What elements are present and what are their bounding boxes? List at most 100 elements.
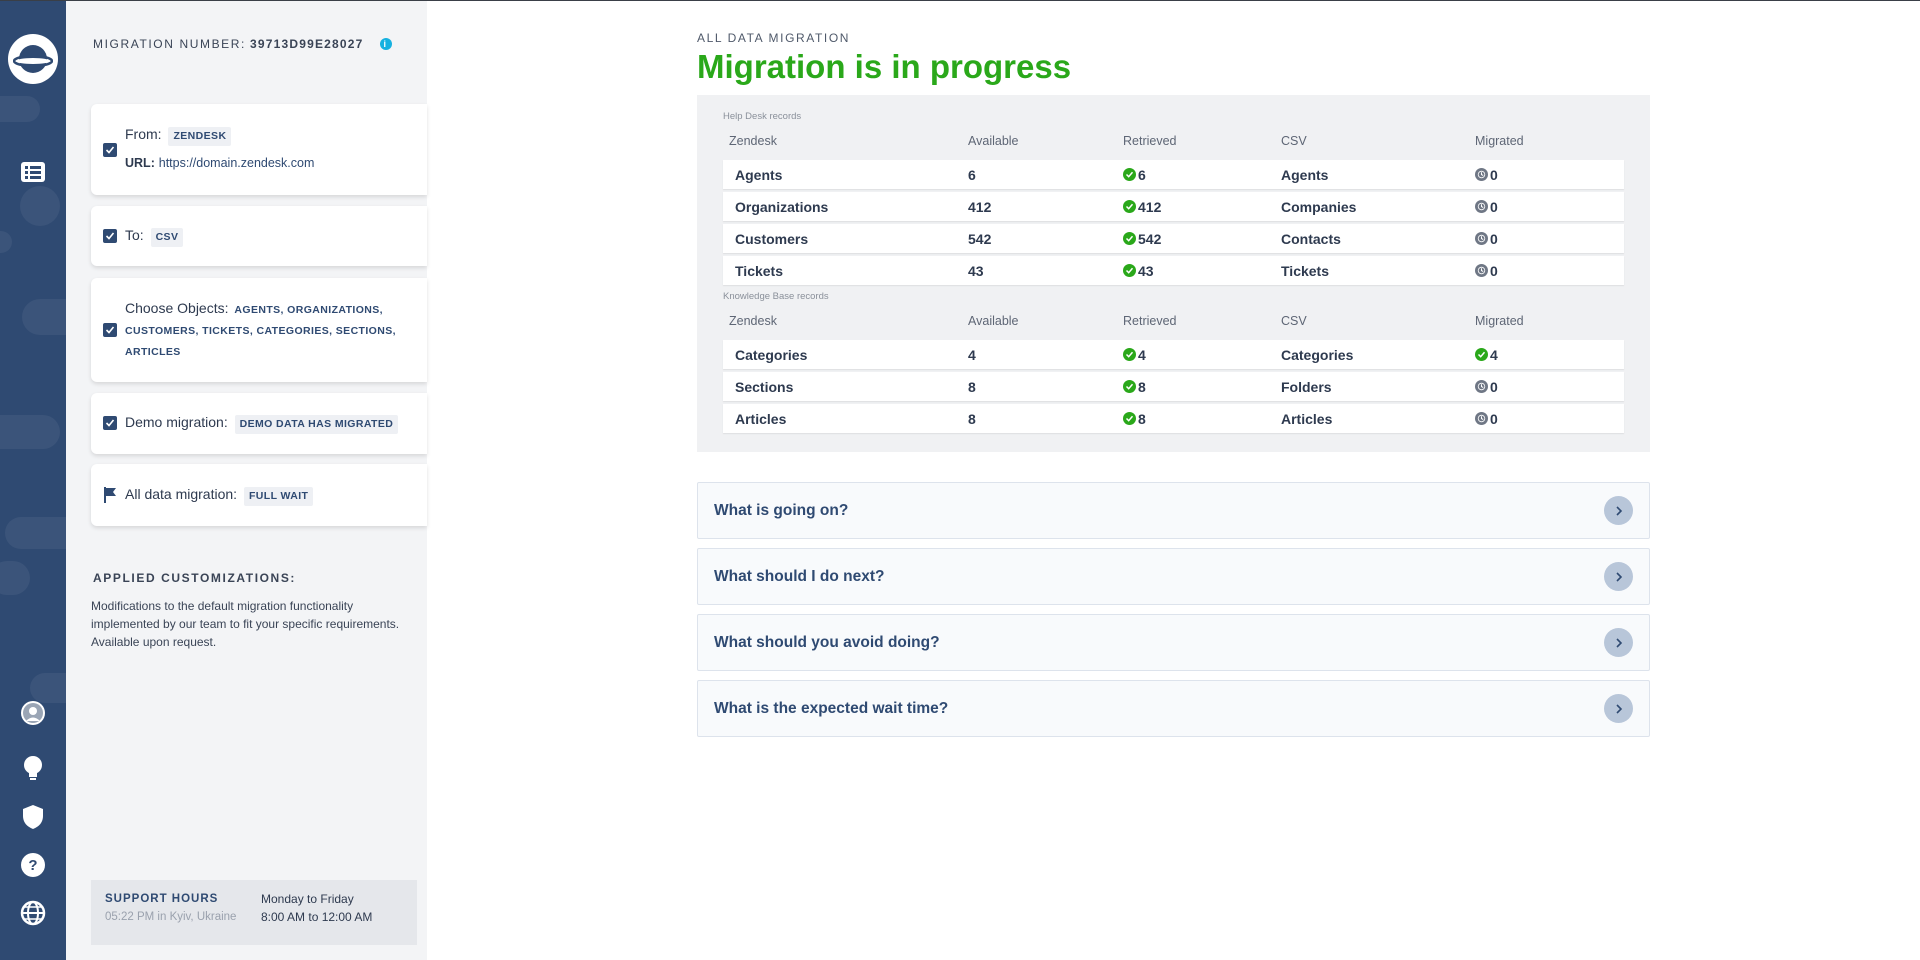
- check-circle-icon: [1123, 168, 1136, 181]
- step-full[interactable]: All data migration: FULL WAIT: [91, 464, 427, 526]
- col-source: Zendesk: [729, 314, 777, 328]
- clock-icon: [1475, 200, 1488, 213]
- full-label: All data migration:: [125, 486, 238, 502]
- help-icon[interactable]: ?: [20, 852, 46, 878]
- row-available: 412: [968, 198, 992, 215]
- check-circle-icon: [1123, 232, 1136, 245]
- row-retrieved-value: 8: [1138, 410, 1146, 427]
- checkbox-icon: [103, 143, 117, 157]
- step-objects[interactable]: Choose Objects: AGENTS, ORGANIZATIONS, C…: [91, 278, 427, 382]
- row-migrated: 0: [1475, 199, 1624, 215]
- faq-question: What is going on?: [714, 501, 849, 519]
- support-days: Monday to Friday: [261, 892, 354, 906]
- demo-label: Demo migration:: [125, 414, 228, 430]
- bulb-icon[interactable]: [20, 755, 46, 781]
- row-migrated: 4: [1475, 347, 1624, 363]
- row-available: 542: [968, 230, 992, 247]
- helpdesk-table-header: Zendesk Available Retrieved CSV Migrated: [723, 134, 1624, 152]
- left-rail: ?: [0, 1, 66, 960]
- row-retrieved-value: 43: [1138, 262, 1154, 279]
- info-icon[interactable]: i: [379, 38, 392, 50]
- row-migrated: 0: [1475, 411, 1624, 427]
- row-retrieved-value: 542: [1138, 230, 1162, 247]
- from-label: From:: [125, 126, 162, 142]
- migration-sidebar: MIGRATION NUMBER: 39713D99E28027 i From:…: [66, 1, 427, 960]
- page-title: Migration is in progress: [697, 48, 1072, 85]
- col-available: Available: [968, 134, 1019, 148]
- migration-number-value[interactable]: 39713D99E28027: [250, 37, 364, 51]
- faq-question: What should you avoid doing?: [714, 633, 940, 651]
- support-local-time: 05:22 PM in Kyiv, Ukraine: [105, 911, 237, 923]
- objects-label: Choose Objects:: [125, 300, 229, 316]
- checkbox-icon: [103, 323, 117, 337]
- row-target: Contacts: [1281, 230, 1341, 247]
- col-retrieved: Retrieved: [1123, 314, 1177, 328]
- row-retrieved: 8: [1123, 379, 1281, 395]
- row-source: Agents: [735, 166, 783, 183]
- faq-item-going-on[interactable]: What is going on?: [697, 482, 1650, 539]
- to-value-chip: CSV: [150, 228, 184, 247]
- chevron-right-icon[interactable]: [1604, 496, 1633, 525]
- row-migrated-value: 0: [1490, 262, 1498, 279]
- clock-icon: [1475, 232, 1488, 245]
- row-retrieved-value: 6: [1138, 166, 1146, 183]
- row-retrieved-value: 8: [1138, 378, 1146, 395]
- step-from[interactable]: From: ZENDESK URL: https://domain.zendes…: [91, 104, 427, 195]
- kb-table-header: Zendesk Available Retrieved CSV Migrated: [723, 314, 1624, 332]
- chevron-right-icon[interactable]: [1604, 694, 1633, 723]
- faq-list: What is going on? What should I do next?…: [697, 482, 1650, 737]
- avatar-icon[interactable]: [20, 700, 46, 726]
- step-to[interactable]: To: CSV: [91, 206, 427, 266]
- row-retrieved: 4: [1123, 347, 1281, 363]
- row-source: Categories: [735, 346, 808, 363]
- migration-number: MIGRATION NUMBER: 39713D99E28027 i: [93, 37, 392, 51]
- row-migrated: 0: [1475, 231, 1624, 247]
- objects-value-2: CUSTOMERS, TICKETS, CATEGORIES, SECTIONS…: [125, 325, 396, 337]
- faq-item-wait-time[interactable]: What is the expected wait time?: [697, 680, 1650, 737]
- chevron-right-icon[interactable]: [1604, 562, 1633, 591]
- row-retrieved: 43: [1123, 263, 1281, 279]
- url-value[interactable]: https://domain.zendesk.com: [159, 156, 315, 170]
- table-row: Tickets 43 43 Tickets 0: [723, 256, 1624, 285]
- check-circle-icon: [1123, 348, 1136, 361]
- table-row: Customers 542 542 Contacts 0: [723, 224, 1624, 253]
- row-available: 43: [968, 262, 984, 279]
- row-migrated-value: 0: [1490, 198, 1498, 215]
- customizations-title: APPLIED CUSTOMIZATIONS:: [93, 571, 297, 585]
- row-target: Folders: [1281, 378, 1332, 395]
- objects-value-1: AGENTS, ORGANIZATIONS,: [234, 304, 383, 316]
- table-row: Organizations 412 412 Companies 0: [723, 192, 1624, 221]
- faq-item-do-next[interactable]: What should I do next?: [697, 548, 1650, 605]
- check-circle-icon: [1475, 348, 1488, 361]
- row-migrated-value: 0: [1490, 166, 1498, 183]
- helpdesk-table-body: Agents 6 6 Agents 0 Organizations 412 412 Compan…: [723, 160, 1624, 285]
- row-target: Tickets: [1281, 262, 1329, 279]
- row-migrated: 0: [1475, 167, 1624, 183]
- row-source: Sections: [735, 378, 794, 395]
- row-source: Tickets: [735, 262, 783, 279]
- faq-item-avoid[interactable]: What should you avoid doing?: [697, 614, 1650, 671]
- shield-icon[interactable]: [20, 804, 46, 830]
- kb-records-label: Knowledge Base records: [723, 291, 829, 302]
- to-label: To:: [125, 227, 144, 243]
- main-content: ALL DATA MIGRATION Migration is in progr…: [697, 31, 1650, 746]
- col-available: Available: [968, 314, 1019, 328]
- row-target: Categories: [1281, 346, 1354, 363]
- table-row: Categories 4 4 Categories 4: [723, 340, 1624, 369]
- col-retrieved: Retrieved: [1123, 134, 1177, 148]
- row-available: 8: [968, 410, 976, 427]
- helpdesk-records-label: Help Desk records: [723, 111, 802, 122]
- col-source: Zendesk: [729, 134, 777, 148]
- globe-icon[interactable]: [20, 900, 46, 926]
- col-migrated: Migrated: [1475, 314, 1524, 328]
- step-demo[interactable]: Demo migration: DEMO DATA HAS MIGRATED: [91, 393, 427, 454]
- row-target: Articles: [1281, 410, 1333, 427]
- chevron-right-icon[interactable]: [1604, 628, 1633, 657]
- row-retrieved: 8: [1123, 411, 1281, 427]
- row-migrated: 0: [1475, 263, 1624, 279]
- records-panel: Help Desk records Zendesk Available Retr…: [697, 95, 1650, 452]
- list-icon[interactable]: [20, 159, 46, 185]
- from-value-chip: ZENDESK: [168, 127, 232, 146]
- logo-icon[interactable]: [8, 34, 58, 84]
- clock-icon: [1475, 412, 1488, 425]
